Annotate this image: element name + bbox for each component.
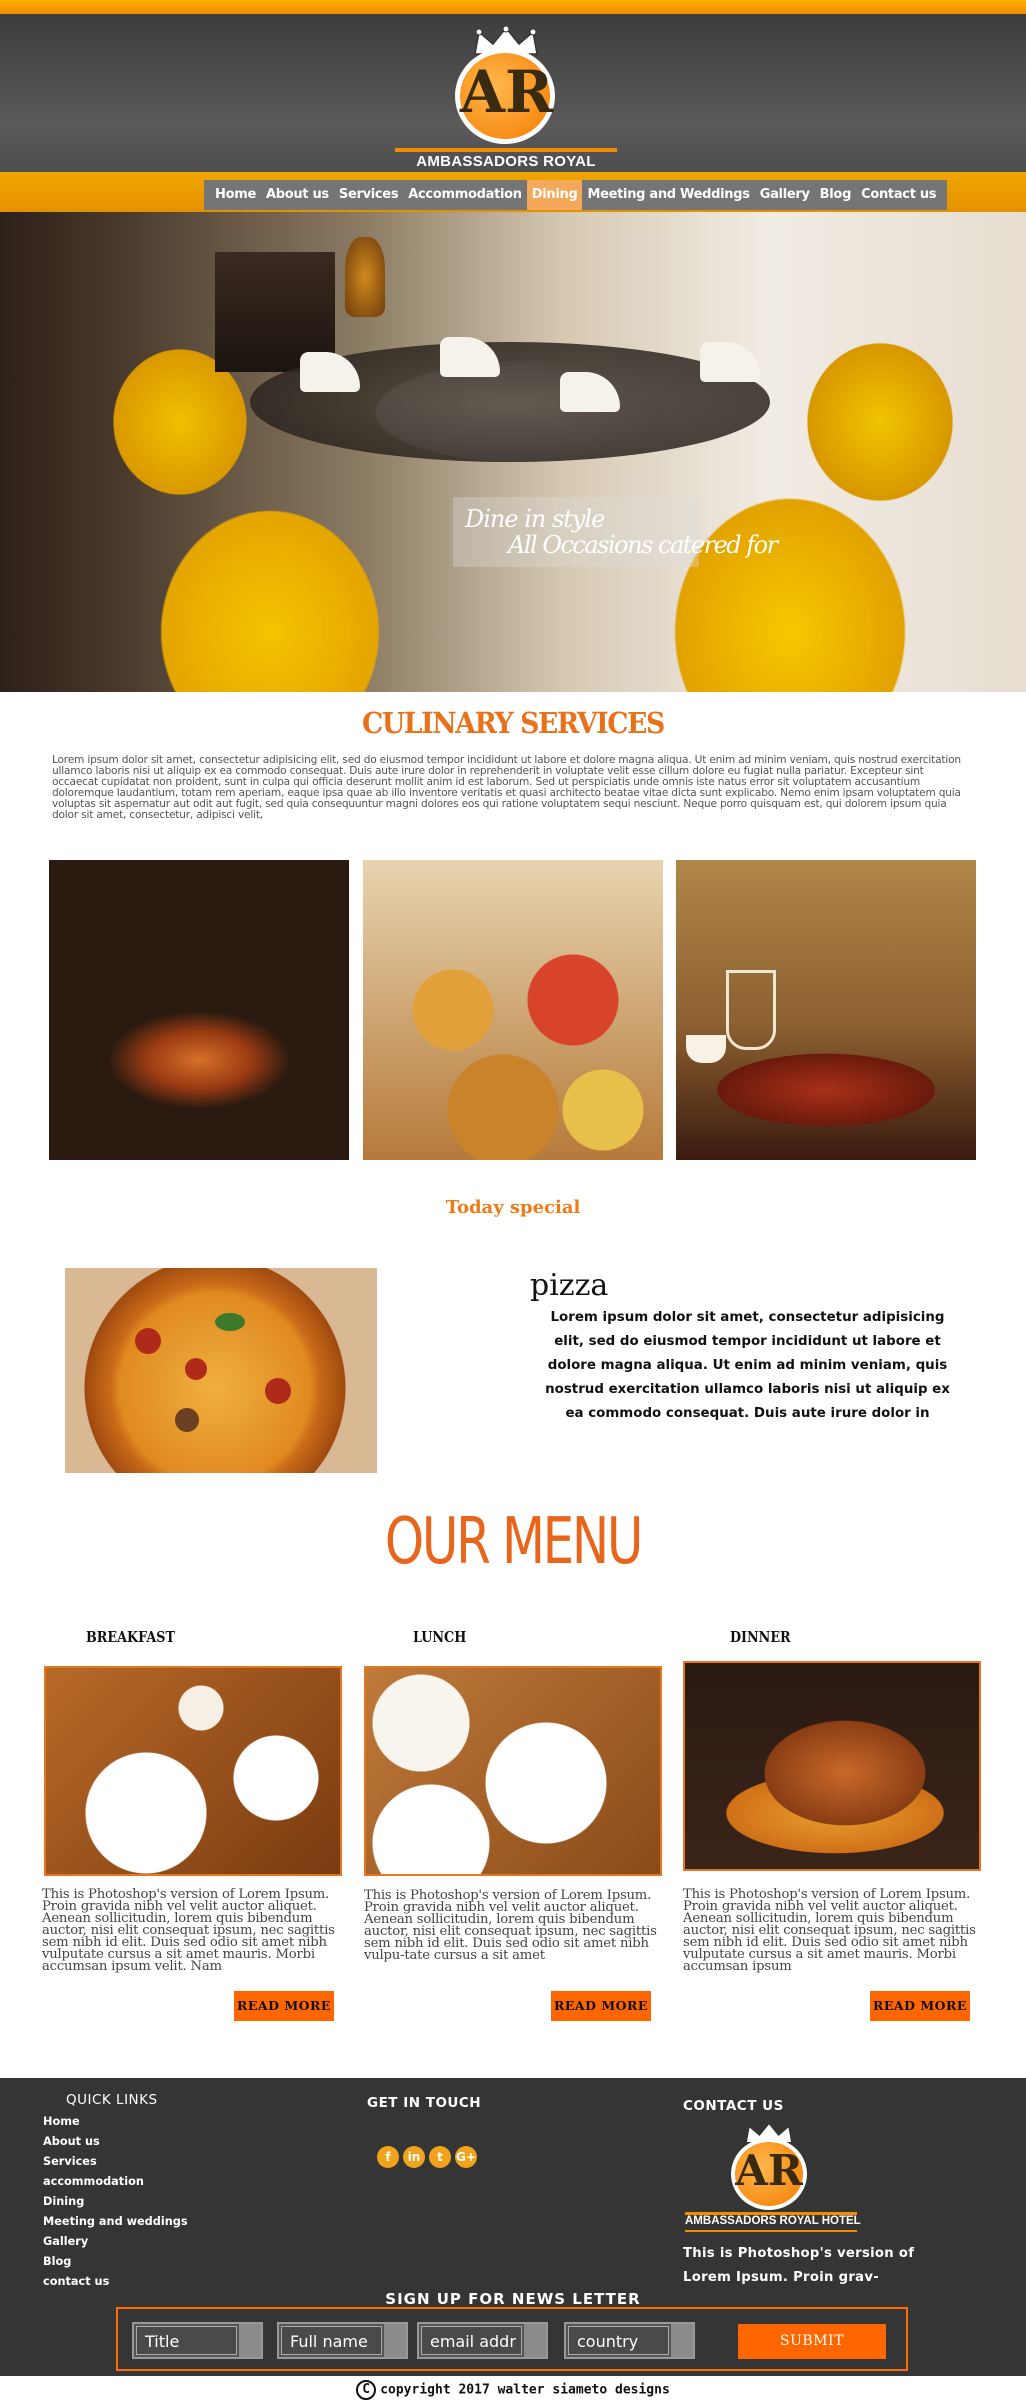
footer-logo-divider-bottom: [685, 2230, 857, 2232]
title-field-handle: [239, 2324, 261, 2357]
copyright-text: copyright 2017 walter siameto designs: [380, 2382, 670, 2398]
today-special-title: Today special: [445, 1197, 581, 1218]
special-description: Lorem ipsum dolor sit amet, consectetur …: [545, 1310, 950, 1421]
hotel-logo[interactable]: AR AMBASSADORS ROYAL HOTEL: [395, 26, 617, 187]
country-field[interactable]: country: [564, 2322, 695, 2359]
pizza-topping: [185, 1358, 207, 1380]
lunch-text: This is Photoshop's version of Lorem Ips…: [364, 1888, 657, 1963]
nav-item-services[interactable]: Services: [334, 180, 403, 210]
title-field[interactable]: Title: [132, 2322, 263, 2359]
pizza-photo: [65, 1268, 377, 1473]
quick-link-home[interactable]: Home: [43, 2115, 188, 2135]
logo-letters: AR: [460, 58, 554, 126]
quick-links-list: Home About us Services accommodation Dining M…: [43, 2115, 188, 2295]
culinary-text: Lorem ipsum dolor sit amet, consectetur …: [52, 754, 961, 821]
facebook-icon[interactable]: f: [377, 2146, 399, 2168]
buffet-photo: [363, 860, 663, 1160]
breakfast-read-more-button[interactable]: READ MORE: [234, 1991, 334, 2021]
hero-napkin: [700, 342, 760, 382]
page: AR AMBASSADORS ROYAL HOTEL HomeAbout usS…: [0, 0, 1026, 2400]
quick-link-meeting-and-weddings[interactable]: Meeting and weddings: [43, 2215, 188, 2235]
copyright-icon: C: [356, 2380, 377, 2400]
nav-item-about-us[interactable]: About us: [261, 180, 334, 210]
email-field-handle: [524, 2324, 546, 2357]
hero-caption: Dine in style All Occasions catered for: [453, 497, 778, 567]
title-field-input[interactable]: Title: [136, 2326, 237, 2355]
breakfast-label: BREAKFAST: [86, 1628, 175, 1646]
logo-divider: [395, 148, 617, 152]
get-in-touch-title: GET IN TOUCH: [367, 2095, 482, 2111]
hero-caption-line2: All Occasions catered for: [508, 531, 778, 559]
quick-link-dining[interactable]: Dining: [43, 2195, 188, 2215]
footer-logo-letters: AR: [735, 2146, 803, 2195]
our-menu-title: OUR MENU: [384, 1505, 643, 1579]
table-setting-photo: [676, 860, 976, 1160]
newsletter-title: SIGN UP FOR NEWS LETTER: [385, 2290, 641, 2308]
lunch-read-more-button[interactable]: READ MORE: [551, 1991, 651, 2021]
full-name-field-input[interactable]: Full name: [281, 2326, 382, 2355]
quick-link-about-us[interactable]: About us: [43, 2135, 188, 2155]
top-accent-strip: [0, 0, 1026, 14]
hero-banner: Dine in style All Occasions catered for: [0, 212, 1026, 692]
email-field[interactable]: email addr: [417, 2322, 548, 2359]
quick-links-title: QUICK LINKS: [66, 2092, 158, 2108]
footer-logo-hotel-name: AMBASSADORS ROYAL HOTEL: [685, 2215, 861, 2227]
quick-link-blog[interactable]: Blog: [43, 2255, 188, 2275]
country-field-handle: [671, 2324, 693, 2357]
footer-logo-emblem: AR: [731, 2138, 807, 2210]
copyright-bar: Ccopyright 2017 walter siameto designs: [0, 2376, 1026, 2400]
teacup: [686, 1035, 726, 1063]
hero-caption-line1: Dine in style: [465, 505, 605, 533]
quick-link-services[interactable]: Services: [43, 2155, 188, 2175]
nav-item-accommodation[interactable]: Accommodation: [403, 180, 526, 210]
pizza-topping: [135, 1328, 161, 1354]
special-dish-name: pizza: [530, 1268, 609, 1303]
pizza-topping: [265, 1378, 291, 1404]
nav-item-dining[interactable]: Dining: [526, 180, 583, 210]
twitter-icon[interactable]: t: [429, 2146, 451, 2168]
submit-button[interactable]: SUBMIT: [738, 2324, 886, 2359]
breakfast-photo[interactable]: [44, 1666, 342, 1876]
lunch-label: LUNCH: [413, 1628, 467, 1646]
quick-link-gallery[interactable]: Gallery: [43, 2235, 188, 2255]
dinner-label: DINNER: [730, 1628, 791, 1646]
hero-vase: [345, 237, 385, 317]
seafood-photo: [49, 860, 349, 1160]
newsletter-form: Title Full name email addr country SUBMI…: [116, 2307, 908, 2371]
footer-logo[interactable]: AR AMBASSADORS ROYAL HOTEL: [685, 2122, 861, 2232]
google-plus-icon[interactable]: G+: [455, 2146, 477, 2168]
breakfast-text: This is Photoshop's version of Lorem Ips…: [42, 1887, 335, 1974]
full-name-field-handle: [384, 2324, 406, 2357]
quick-link-accommodation[interactable]: accommodation: [43, 2175, 188, 2195]
country-field-input[interactable]: country: [568, 2326, 669, 2355]
dinner-text: This is Photoshop's version of Lorem Ips…: [683, 1887, 976, 1974]
glass-pitcher: [726, 970, 776, 1050]
contact-text: This is Photoshop's version of Lorem Ips…: [683, 2246, 915, 2285]
main-nav: Home About us Services Accommodation Dining M…: [204, 180, 948, 210]
email-field-input[interactable]: email addr: [421, 2326, 522, 2355]
culinary-title: CULINARY SERVICES: [362, 706, 665, 740]
lunch-photo[interactable]: [364, 1666, 662, 1876]
nav-item-gallery[interactable]: Gallery: [755, 180, 815, 210]
nav-band: Home About us Services Accommodation Dining M…: [0, 172, 1026, 212]
contact-us-title: CONTACT US: [683, 2098, 784, 2114]
nav-item-blog[interactable]: Blog: [815, 180, 856, 210]
social-icons: f in t G+: [377, 2146, 477, 2168]
pizza-topping: [215, 1313, 245, 1331]
nav-item-home[interactable]: Home: [210, 180, 261, 210]
pizza-topping: [175, 1408, 199, 1432]
nav-item-contact-us[interactable]: Contact us: [856, 180, 941, 210]
logo-emblem: AR: [455, 48, 555, 144]
linkedin-icon[interactable]: in: [403, 2146, 425, 2168]
dinner-read-more-button[interactable]: READ MORE: [870, 1991, 970, 2021]
full-name-field[interactable]: Full name: [277, 2322, 408, 2359]
site-header: AR AMBASSADORS ROYAL HOTEL: [0, 14, 1026, 187]
dinner-photo[interactable]: [683, 1661, 981, 1871]
nav-item-meeting-and-weddings[interactable]: Meeting and Weddings: [582, 180, 754, 210]
copyright: Ccopyright 2017 walter siameto designs: [0, 2380, 1026, 2400]
